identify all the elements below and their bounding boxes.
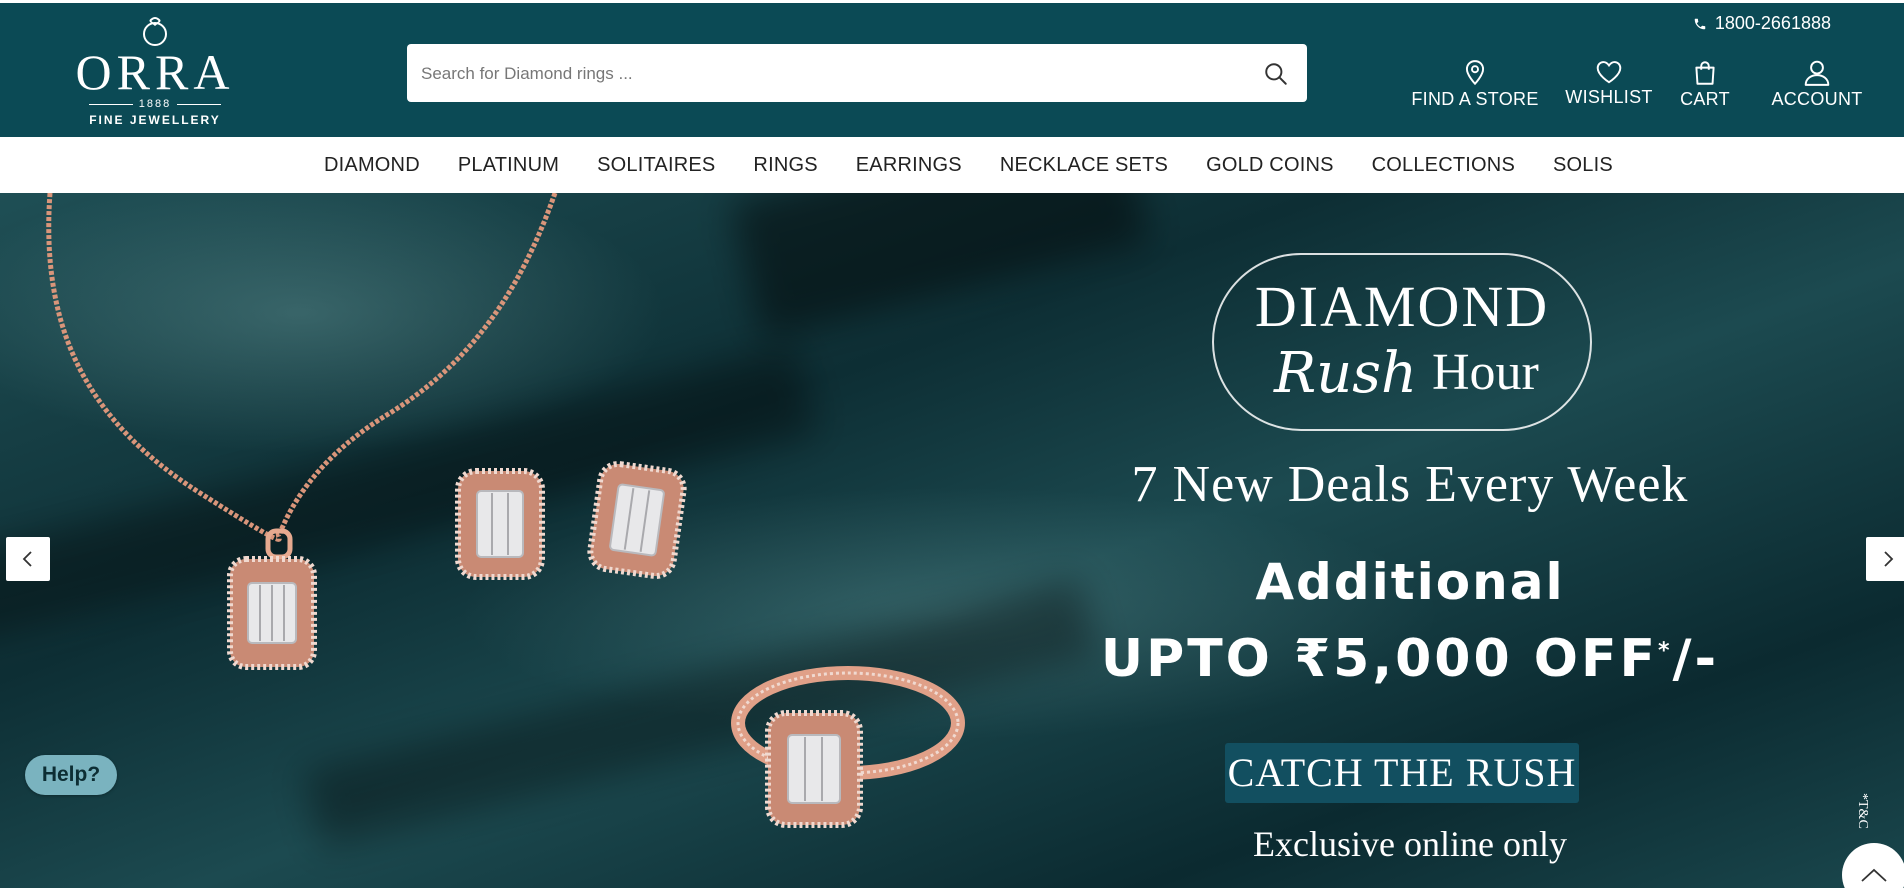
badge-diamond-text: DIAMOND (1254, 274, 1550, 339)
carousel-prev-button[interactable] (6, 537, 50, 581)
additional-text: Additional (1255, 553, 1565, 611)
phone-icon (1694, 18, 1706, 29)
search-icon[interactable] (1263, 61, 1289, 92)
nav-item-necklace-sets[interactable]: NECKLACE SETS (1000, 154, 1168, 177)
heart-icon (1596, 61, 1622, 84)
nav-item-solis[interactable]: SOLIS (1553, 154, 1613, 177)
deals-headline: 7 New Deals Every Week (1131, 456, 1689, 513)
logo-year-text: 1888 (138, 98, 172, 110)
carousel-next-button[interactable] (1866, 537, 1904, 581)
account-button[interactable]: ACCOUNT (1756, 59, 1878, 110)
find-store-label: FIND A STORE (1411, 89, 1539, 109)
logo-wordmark: ORRA (75, 44, 235, 100)
main-nav: DIAMOND PLATINUM SOLITAIRES RINGS EARRIN… (0, 137, 1904, 193)
offer-amount: UPTO ₹5,000 OFF (1100, 629, 1659, 689)
chevron-left-icon (22, 551, 32, 567)
logo-tagline: FINE JEWELLERY (89, 113, 221, 127)
nav-item-platinum[interactable]: PLATINUM (458, 154, 559, 177)
offer-text: UPTO ₹5,000 OFF*/- (1070, 629, 1750, 689)
hero-banner[interactable]: DIAMOND Rush Hour 7 New Deals Every Week… (0, 193, 1904, 888)
offer-suffix: /- (1672, 629, 1720, 689)
jewellery-image (46, 193, 965, 828)
offer-asterisk: * (1658, 638, 1673, 664)
promo-panel: DIAMOND Rush Hour 7 New Deals Every Week… (1070, 193, 1750, 888)
wishlist-label: WISHLIST (1565, 87, 1653, 107)
chevron-right-icon (1884, 551, 1894, 567)
header-actions: FIND A STORE WISHLIST CART ACCOUNT (1400, 59, 1878, 110)
nav-list: DIAMOND PLATINUM SOLITAIRES RINGS EARRIN… (324, 137, 1651, 193)
nav-item-rings[interactable]: RINGS (753, 154, 817, 177)
user-icon (1804, 60, 1830, 86)
wishlist-button[interactable]: WISHLIST (1550, 59, 1668, 110)
cart-button[interactable]: CART (1668, 59, 1742, 110)
scroll-to-top-button[interactable] (1842, 843, 1904, 888)
nav-item-solitaires[interactable]: SOLITAIRES (597, 154, 715, 177)
badge-hour-text: Hour (1432, 344, 1539, 401)
chevron-up-icon (1861, 868, 1887, 882)
phone-contact[interactable]: 1800-2661888 (1693, 13, 1831, 34)
search-input[interactable] (419, 44, 1243, 104)
site-header: ORRA 1888 FINE JEWELLERY 1800-2661888 FI… (0, 3, 1904, 137)
nav-item-collections[interactable]: COLLECTIONS (1372, 154, 1515, 177)
location-pin-icon (1465, 60, 1485, 86)
terms-note: *T&C (1855, 793, 1870, 829)
nav-item-earrings[interactable]: EARRINGS (856, 154, 962, 177)
shopping-bag-icon (1695, 61, 1715, 85)
find-store-button[interactable]: FIND A STORE (1400, 59, 1550, 110)
search-bar (407, 44, 1307, 104)
cart-label: CART (1680, 89, 1730, 109)
phone-number: 1800-2661888 (1714, 13, 1831, 33)
nav-item-diamond[interactable]: DIAMOND (324, 154, 420, 177)
orra-logo[interactable]: ORRA 1888 FINE JEWELLERY (72, 13, 238, 133)
account-label: ACCOUNT (1771, 89, 1863, 109)
help-chat-button[interactable]: Help? (25, 755, 117, 795)
nav-item-gold-coins[interactable]: GOLD COINS (1206, 154, 1334, 177)
badge-rush-text: Rush (1274, 341, 1418, 406)
exclusive-online-text: Exclusive online only (1253, 824, 1567, 864)
ring-logo-icon (143, 17, 167, 46)
catch-the-rush-button[interactable]: CATCH THE RUSH (1225, 743, 1579, 803)
rush-hour-badge: DIAMOND Rush Hour (1212, 253, 1592, 431)
